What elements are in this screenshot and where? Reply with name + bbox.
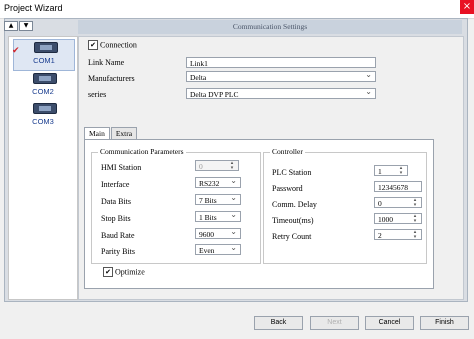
sidebar-item-com1[interactable]: ✔ COM1 [12,39,75,71]
comm-delay-stepper[interactable]: 0 [374,197,422,208]
plc-station-stepper[interactable]: 1 [374,165,408,176]
link-name-label: Link Name [88,58,125,67]
connection-checkbox-row[interactable]: ✔ Connection [88,40,137,51]
serial-port-icon [33,73,57,84]
retry-count-stepper[interactable]: 2 [374,229,422,240]
interface-select[interactable]: RS232 [195,175,241,188]
connection-label: Connection [100,40,137,50]
hmi-station-stepper[interactable]: 0 [195,160,239,171]
sidebar-item-com3[interactable]: COM3 [13,101,73,131]
finish-button[interactable]: Finish [420,316,469,330]
optimize-checkbox[interactable]: ✔ [103,267,113,278]
back-button[interactable]: Back [254,316,303,330]
series-label: series [88,90,107,99]
connection-checkbox[interactable]: ✔ [88,40,98,51]
data-bits-select[interactable]: 7 Bits [195,192,241,205]
baud-rate-select[interactable]: 9600 [195,226,241,239]
tab-main[interactable]: Main [84,127,110,139]
parity-bits-label: Parity Bits [101,247,136,256]
series-select[interactable]: Delta DVP PLC [186,86,376,99]
optimize-label: Optimize [115,267,145,277]
tab-extra[interactable]: Extra [110,127,138,139]
link-name-input[interactable]: Link1 [186,57,376,68]
close-icon: × [462,1,472,12]
sidebar-item-label: COM1 [33,56,55,65]
manufacturers-label: Manufacturers [88,74,135,83]
password-input[interactable]: 12345678 [374,181,422,192]
tab-bar: Main Extra [84,127,138,139]
manufacturers-select[interactable]: Delta [186,69,376,82]
port-sidebar: ✔ COM1 COM2 COM3 [8,36,78,300]
data-bits-label: Data Bits [101,197,131,206]
password-label: Password [272,184,303,193]
title-bar [0,0,474,19]
cancel-button[interactable]: Cancel [365,316,414,330]
comm-delay-label: Comm. Delay [272,200,317,209]
baud-rate-label: Baud Rate [101,231,135,240]
optimize-checkbox-row[interactable]: ✔ Optimize [103,267,145,278]
stop-bits-select[interactable]: 1 Bits [195,209,241,222]
sidebar-item-label: COM3 [32,117,54,126]
checkmark-icon: ✔ [12,46,20,56]
serial-port-icon [33,103,57,114]
serial-port-icon [34,42,58,53]
nav-down-button[interactable]: ▼ [19,21,33,31]
close-button[interactable]: × [460,0,474,14]
nav-up-button[interactable]: ▲ [4,21,18,31]
next-button[interactable]: Next [310,316,359,330]
parity-bits-select[interactable]: Even [195,242,241,255]
controller-title: Controller [270,147,305,156]
interface-label: Interface [101,180,130,189]
stop-bits-label: Stop Bits [101,214,131,223]
sidebar-item-com2[interactable]: COM2 [13,71,73,101]
plc-station-label: PLC Station [272,168,312,177]
comm-params-title: Communication Parameters [98,147,186,156]
section-header: Communication Settings [78,20,462,34]
window-title: Project Wizard [4,3,63,13]
timeout-label: Timeout(ms) [272,216,314,225]
hmi-station-label: HMI Station [101,163,142,172]
timeout-stepper[interactable]: 1000 [374,213,422,224]
retry-count-label: Retry Count [272,232,312,241]
nav-buttons: ▲ ▼ [4,20,34,31]
sidebar-item-label: COM2 [32,87,54,96]
